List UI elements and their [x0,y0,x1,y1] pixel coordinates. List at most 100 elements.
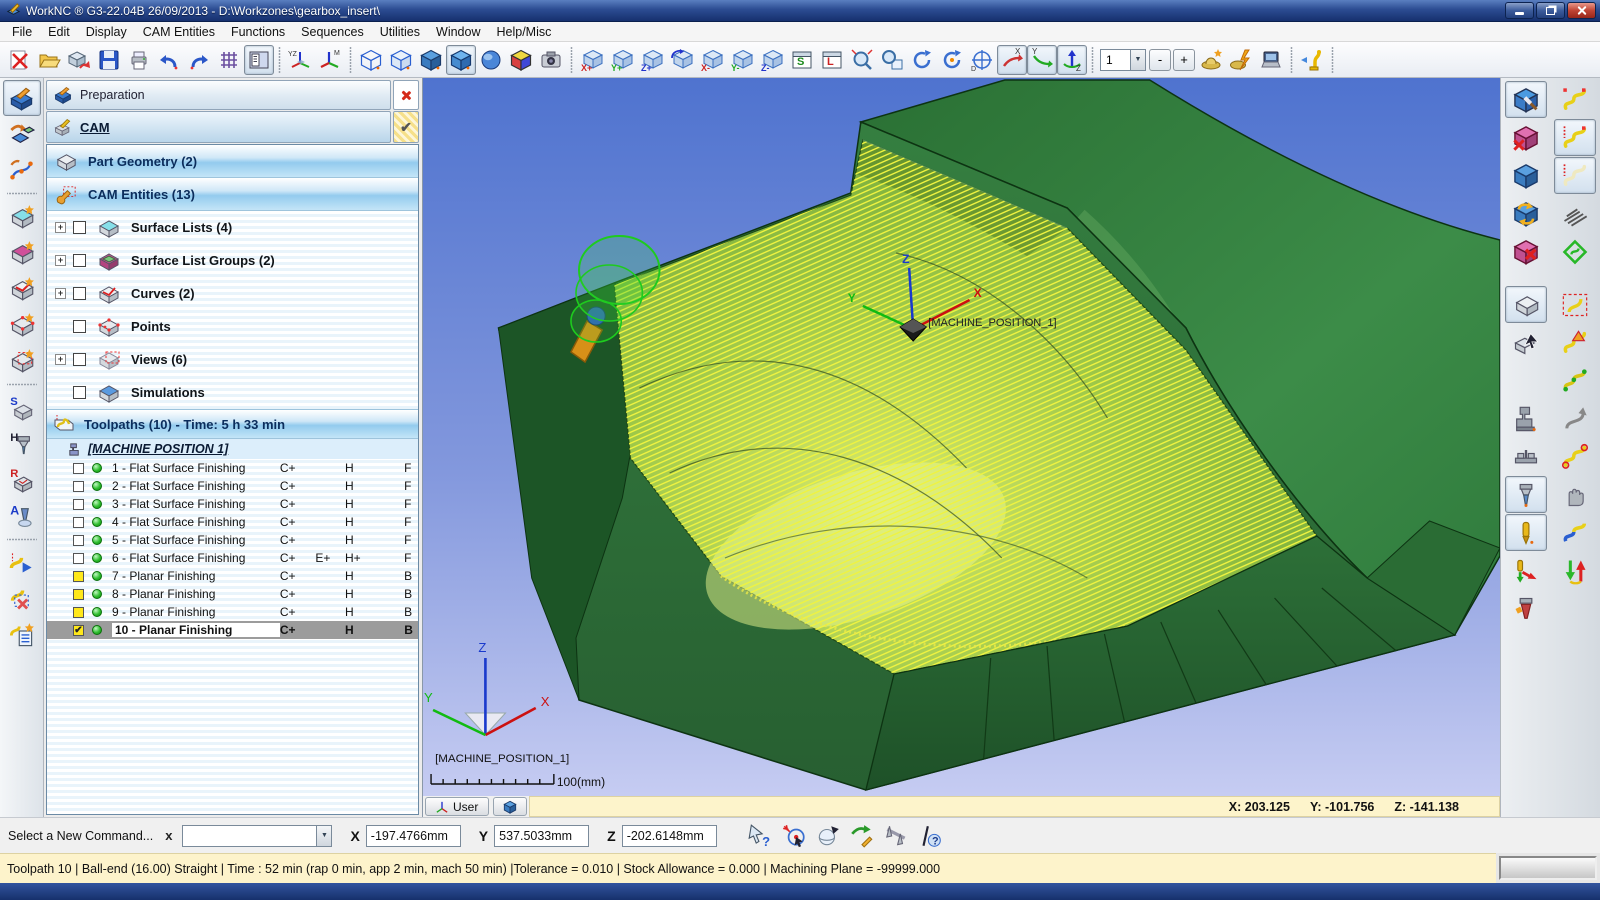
command-select[interactable]: ▼ [182,825,332,847]
shaded-cube-icon[interactable] [446,45,476,75]
toolpath-link-icon[interactable] [1554,438,1596,475]
z-coord-input[interactable] [622,825,717,847]
open-folder-icon[interactable] [34,45,64,75]
axes-yz-icon[interactable]: YZ [285,45,315,75]
orbit-pick-icon[interactable] [811,820,845,852]
minimize-button[interactable] [1505,2,1534,19]
toolpath-manager-icon[interactable] [3,617,41,653]
erase-cube-icon[interactable] [1505,233,1547,270]
toolpath-visibility-checkbox[interactable] [73,571,84,582]
toolpath-swap-icon[interactable] [1554,514,1596,551]
panel-toggle-icon[interactable] [244,45,274,75]
toolpath-row[interactable]: 6 - Flat Surface FinishingC+E+H+F [47,549,418,567]
toolpath-visibility-checkbox[interactable] [73,607,84,618]
toolpath-visibility-checkbox[interactable] [73,481,84,492]
calculator-icon[interactable] [1256,45,1286,75]
toolpath-edit-icon[interactable] [1554,81,1596,118]
robot-postprocessor-icon[interactable] [1297,45,1327,75]
zoom-in-button[interactable]: + [1173,49,1195,71]
toolpath-row[interactable]: 3 - Flat Surface FinishingC+HF [47,495,418,513]
visibility-checkbox[interactable] [73,386,86,399]
close-preparation-button[interactable] [393,80,419,110]
toolpath-limit-icon[interactable] [1554,119,1596,156]
snap-point-icon[interactable] [777,820,811,852]
toolpath-retract-icon[interactable] [1554,400,1596,437]
visibility-checkbox[interactable] [73,221,86,234]
tree-item-curves[interactable]: + Curves (2) [47,277,418,310]
preparation-icon[interactable] [3,80,41,116]
rotate-y-icon[interactable]: Y [1027,45,1057,75]
zoom-out-button[interactable]: - [1149,49,1171,71]
surface-pick-icon[interactable] [1505,324,1547,361]
grid-icon[interactable] [214,45,244,75]
menu-item-sequences[interactable]: Sequences [293,24,372,40]
toolpath-visibility-checkbox[interactable] [73,553,84,564]
toolpath-visibility-checkbox[interactable] [73,589,84,600]
view-iso-icon[interactable] [667,45,697,75]
zoom-dynamic-icon[interactable] [847,45,877,75]
section-toolpaths[interactable]: Toolpaths (10) - Time: 5 h 33 min [47,409,418,439]
menu-item-file[interactable]: File [4,24,40,40]
view-center-icon[interactable]: D [967,45,997,75]
import-geometry-icon[interactable] [3,116,41,152]
toolpath-row[interactable]: 8 - Planar FinishingC+HB [47,585,418,603]
hatch-lines-icon[interactable] [1554,195,1596,232]
surface-list-block-icon[interactable] [1505,286,1547,323]
menu-item-utilities[interactable]: Utilities [372,24,428,40]
view-z-plus-icon[interactable]: Z+ [637,45,667,75]
export-part-icon[interactable] [64,45,94,75]
toolpath-row[interactable]: 1 - Flat Surface FinishingC+HF [47,459,418,477]
user-view-button[interactable]: User [425,797,489,816]
expand-icon[interactable]: + [55,288,66,299]
new-surface-list-icon[interactable] [3,199,41,235]
context-help-icon[interactable]: ? [913,820,947,852]
toolpath-row[interactable]: 4 - Flat Surface FinishingC+HF [47,513,418,531]
sequence-window-icon[interactable]: S [787,45,817,75]
stock-r-icon[interactable]: R [3,462,41,498]
visibility-checkbox[interactable] [73,353,86,366]
view-x-minus-icon[interactable]: X- [697,45,727,75]
machine-position-row[interactable]: [MACHINE POSITION 1] [47,439,418,459]
zoom-window-icon[interactable] [877,45,907,75]
rotate-point-icon[interactable] [937,45,967,75]
toolpath-row[interactable]: 9 - Planar FinishingC+HB [47,603,418,621]
new-points-icon[interactable] [3,307,41,343]
solid-view-cube-icon[interactable] [1505,157,1547,194]
hiddenline-cube-icon[interactable] [386,45,416,75]
tree-item-points[interactable]: + Points [47,310,418,343]
y-coord-input[interactable] [494,825,589,847]
zoom-level-select[interactable]: 1 ▼ [1100,49,1146,71]
save-icon[interactable] [94,45,124,75]
menu-item-cam-entities[interactable]: CAM Entities [135,24,223,40]
edit-arrow-icon[interactable] [845,820,879,852]
refresh-cube-icon[interactable] [1505,195,1547,232]
toolpath-loop-icon[interactable] [1554,233,1596,270]
new-surface-list-group-icon[interactable] [3,235,41,271]
expand-icon[interactable]: + [55,222,66,233]
updown-arrows-icon[interactable] [1554,552,1596,589]
toolpath-row[interactable]: 2 - Flat Surface FinishingC+HF [47,477,418,495]
toolpath-row[interactable]: ✔10 - Planar FinishingC+HB [47,621,418,639]
section-part-geometry[interactable]: Part Geometry (2) [47,145,418,178]
toolpath-zone-icon[interactable] [1554,286,1596,323]
tree-item-simulations[interactable]: + Simulations [47,376,418,409]
stamp-flash-icon[interactable] [1226,45,1256,75]
restore-button[interactable] [1536,2,1565,19]
tool-mount-icon[interactable] [1505,590,1547,627]
menu-item-functions[interactable]: Functions [223,24,293,40]
undo-icon[interactable] [154,45,184,75]
sequence-s-icon[interactable]: S [3,390,41,426]
new-view-icon[interactable] [3,343,41,379]
toolpath-window-icon[interactable]: L [817,45,847,75]
snapshot-camera-icon[interactable] [536,45,566,75]
tree-item-surface-lists[interactable]: + Surface Lists (4) [47,211,418,244]
expand-icon[interactable]: + [55,255,66,266]
toolpath-visibility-checkbox[interactable]: ✔ [73,625,84,636]
menu-item-help-misc[interactable]: Help/Misc [488,24,559,40]
measure-caliper-icon[interactable] [879,820,913,852]
tree-item-views[interactable]: + Views (6) [47,343,418,376]
view-x-plus-icon[interactable]: X+ [577,45,607,75]
tree-item-surface-list-groups[interactable]: + Surface List Groups (2) [47,244,418,277]
menu-item-edit[interactable]: Edit [40,24,78,40]
axes-machine-icon[interactable]: M [315,45,345,75]
